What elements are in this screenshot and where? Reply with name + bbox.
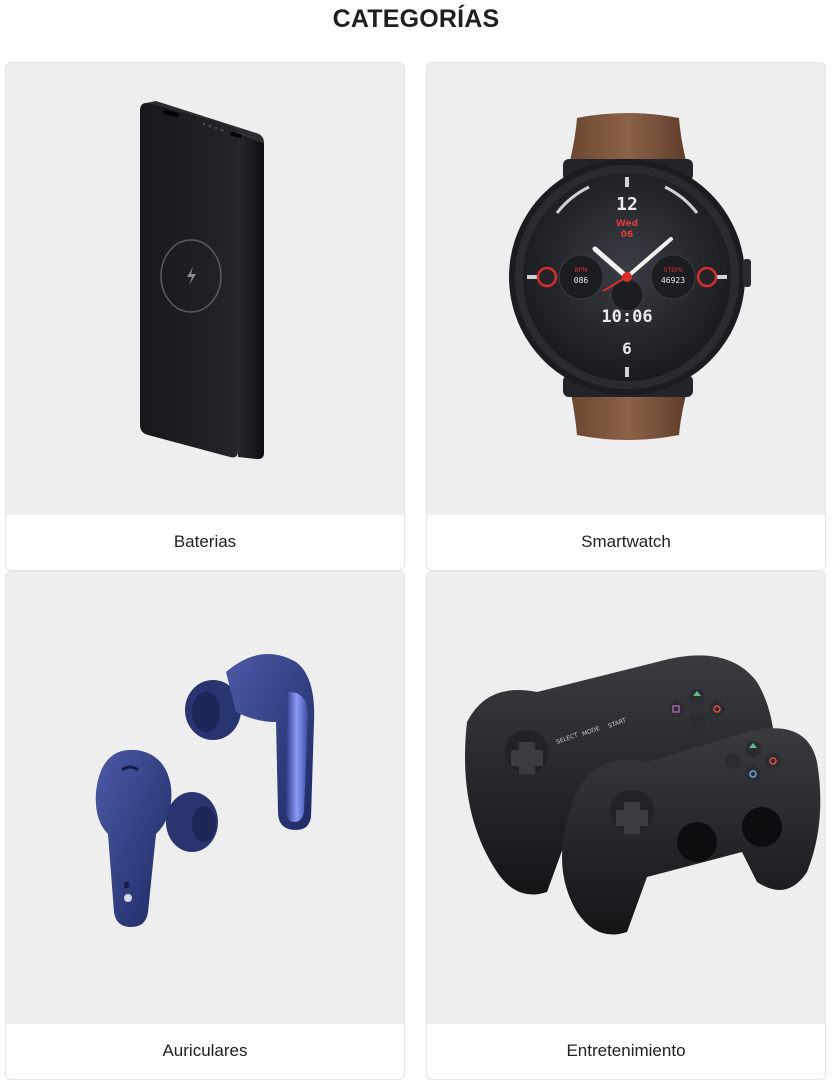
watch-hour-12: 12 [616,194,638,215]
category-image-area [6,63,404,515]
category-image-area: 12 Wed 06 BPM 086 STEPS 46923 10:06 6 [427,63,825,515]
category-label: Baterias [173,532,237,551]
category-card-baterias[interactable]: Baterias [5,62,405,571]
category-image-area [6,572,404,1024]
category-card-entretenimiento[interactable]: SELECT MODE START Entretenimiento [426,571,826,1080]
category-label: Smartwatch [581,532,671,551]
watch-steps-label: STEPS [664,267,683,274]
watch-hour-6: 6 [622,339,632,358]
smartwatch-image: 12 Wed 06 BPM 086 STEPS 46923 10:06 6 [509,113,751,440]
game-controllers-image: SELECT MODE START [465,655,821,935]
watch-bpm-label: BPM [575,267,588,274]
category-card-auriculares[interactable]: Auriculares [5,571,405,1080]
category-card-smartwatch[interactable]: 12 Wed 06 BPM 086 STEPS 46923 10:06 6 Sm… [426,62,826,571]
watch-steps-value: 46923 [661,276,685,285]
watch-day: Wed [616,219,638,229]
category-label: Auriculares [162,1041,248,1060]
category-image-area: SELECT MODE START [427,572,825,1024]
category-label: Entretenimiento [566,1041,686,1060]
watch-date: 06 [621,230,634,240]
watch-digital-time: 10:06 [601,307,652,327]
categories-grid: Baterias 12 Wed 06 BPM 086 STEPS 46923 1… [0,0,832,1080]
power-bank-image [140,101,264,460]
earbuds-image [95,654,315,927]
watch-bpm-value: 086 [574,276,589,285]
